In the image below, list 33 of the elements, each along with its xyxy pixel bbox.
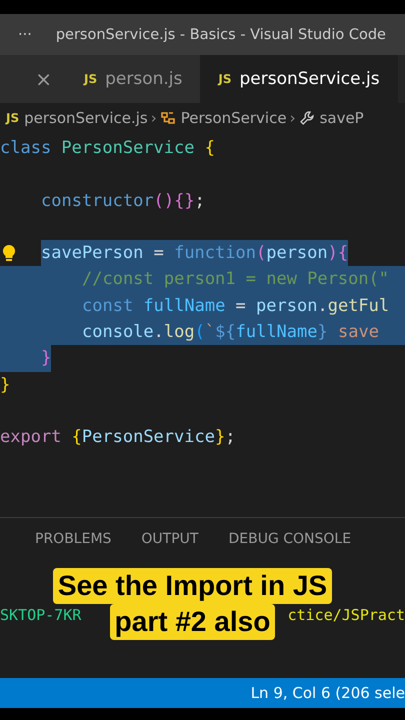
breadcrumb-item[interactable]: saveP <box>320 109 364 127</box>
window-title: personService.js - Basics - Visual Studio Code <box>56 26 386 42</box>
code-line: class PersonService { <box>0 137 215 160</box>
terminal-text: SKTOP-7KR <box>0 606 82 624</box>
class-icon <box>160 110 176 126</box>
lightbulb-icon[interactable] <box>0 244 18 262</box>
code-line: export {PersonService}; <box>0 426 236 450</box>
js-file-icon: JS <box>218 72 232 86</box>
breadcrumb-item[interactable]: personService.js <box>24 109 148 127</box>
cursor-position[interactable]: Ln 9, Col 6 (206 sele <box>250 684 405 702</box>
tab-label: person.js <box>105 69 182 89</box>
panel-tab[interactable]: DEBUG CONSOLE <box>228 531 352 551</box>
panel-tab[interactable]: PROBLEMS <box>35 531 112 551</box>
code-line: console.log(`${fullName} save <box>82 321 379 344</box>
terminal-text: ctice/JSPract <box>288 606 405 624</box>
code-line: const fullName = person.getFul <box>82 294 390 318</box>
menu-ellipsis[interactable]: ··· <box>18 26 32 42</box>
editor-tab[interactable]: JS personService.js <box>200 55 398 103</box>
tab-label: personService.js <box>239 69 380 89</box>
js-file-icon: JS <box>84 72 98 86</box>
breadcrumb-item[interactable]: PersonService <box>180 109 287 127</box>
close-tab-button[interactable]: × <box>0 55 66 103</box>
breadcrumb-chevron: › <box>150 109 157 127</box>
breadcrumb-chevron: › <box>290 109 296 127</box>
caption-text: part #2 also <box>110 604 276 640</box>
wrench-icon <box>298 110 315 126</box>
panel-tab[interactable]: OUTPUT <box>141 531 198 551</box>
code-line: //const person1 = new Person(" <box>82 268 390 292</box>
code-line: constructor(){}; <box>41 190 205 213</box>
js-file-icon: JS <box>6 111 20 125</box>
caption-text: See the Import in JS <box>52 568 332 604</box>
editor-tab[interactable]: JS person.js <box>66 55 200 103</box>
code-line: } <box>0 374 10 397</box>
